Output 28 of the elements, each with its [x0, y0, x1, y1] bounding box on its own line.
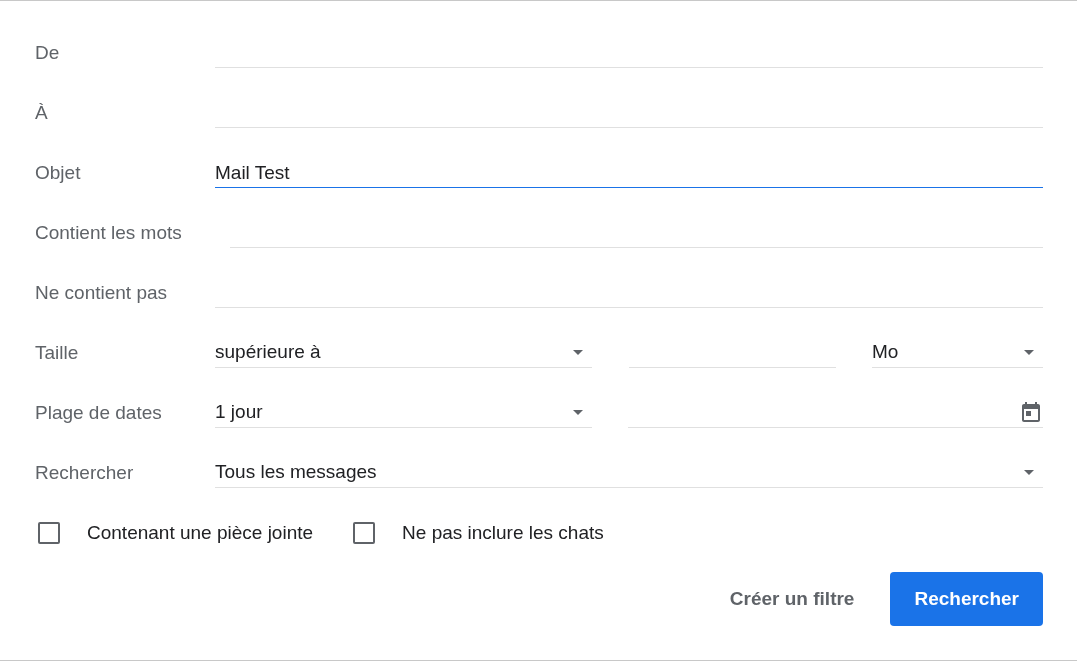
caret-icon [573, 350, 583, 355]
field-label: Taille [35, 340, 80, 365]
checkbox[interactable] [353, 522, 376, 544]
checkbox-label: Ne pas inclure les chats [402, 520, 604, 545]
field-label: Rechercher [35, 460, 135, 485]
create-filter-button[interactable]: Créer un filtre [705, 572, 879, 626]
dropdown-value: Tous les messages [215, 460, 377, 485]
caret-icon [573, 410, 583, 415]
search-button[interactable]: Rechercher [890, 572, 1043, 626]
dropdown[interactable]: supérieure à [215, 338, 592, 368]
field-label: Contient les mots [35, 220, 182, 245]
caret-icon [1024, 350, 1034, 355]
dropdown-value: 1 jour [215, 400, 263, 425]
checkbox-label: Contenant une pièce jointe [87, 520, 314, 545]
field-label: De [35, 40, 61, 65]
checkbox[interactable] [38, 522, 60, 544]
text-field[interactable]: Mail Test [215, 158, 1043, 188]
field-label: Plage de dates [35, 400, 163, 425]
caret-icon [1024, 470, 1034, 475]
dropdown-value: Mo [872, 340, 899, 365]
field-label: À [35, 100, 49, 125]
dropdown-value: supérieure à [215, 340, 321, 365]
calendar-icon[interactable] [1019, 399, 1043, 424]
dropdown[interactable]: 1 jour [215, 398, 592, 428]
field-label: Objet [35, 160, 82, 185]
field-label: Ne contient pas [35, 280, 168, 305]
dropdown[interactable]: Tous les messages [215, 458, 1043, 488]
dropdown[interactable]: Mo [872, 338, 1043, 368]
